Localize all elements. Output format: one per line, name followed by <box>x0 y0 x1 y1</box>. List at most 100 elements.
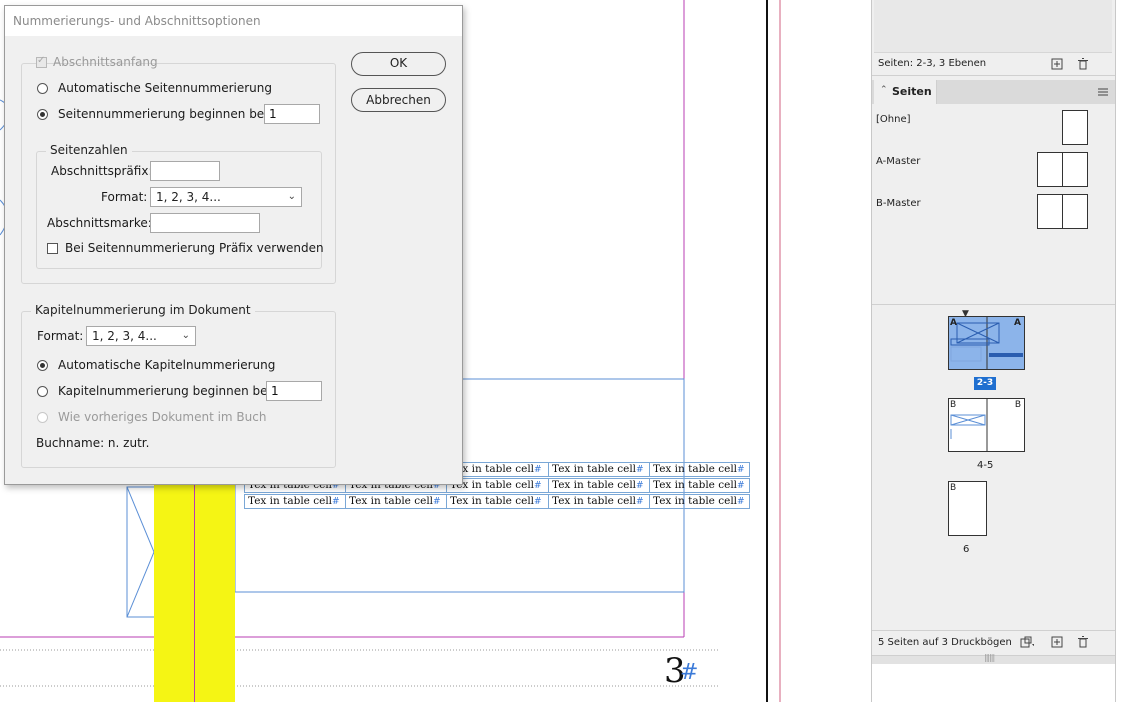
start-page-number-input[interactable]: 1 <box>264 104 320 124</box>
table-cell-text: Tex in table cell <box>653 463 738 475</box>
table-cell[interactable]: Tex in table cell# <box>649 478 750 493</box>
tab-pages-label: Seiten <box>892 85 932 98</box>
cell-end-marker: # <box>534 497 542 507</box>
cancel-button[interactable]: Abbrechen <box>351 88 446 112</box>
format-label: Format: <box>101 190 148 204</box>
layers-status: Seiten: 2-3, 3 Ebenen <box>878 58 987 69</box>
delete-page-icon[interactable] <box>1076 635 1090 649</box>
spread-2-3-label[interactable]: 2-3 <box>974 377 996 390</box>
section-start-checkbox[interactable] <box>36 55 47 68</box>
page-format-value: 1, 2, 3, 4... <box>156 190 221 204</box>
spread-2-3-right-prefix: A <box>1014 318 1021 328</box>
chapter-format-label: Format: <box>37 329 84 343</box>
start-page-numbering-radio[interactable] <box>37 109 48 120</box>
auto-chapter-numbering-radio[interactable] <box>37 360 48 371</box>
table-cell[interactable]: Tex in table cell# <box>244 494 346 509</box>
section-marker-label: Abschnittsmarke: <box>47 216 152 230</box>
cell-end-marker: # <box>737 465 745 475</box>
master-b-thumb-right[interactable] <box>1062 194 1088 229</box>
master-b-thumb-left[interactable] <box>1037 194 1063 229</box>
spread-6-left-prefix: B <box>950 483 957 493</box>
start-chapter-numbering-label: Kapitelnummerierung beginnen bei: <box>58 384 275 398</box>
section-prefix-label: Abschnittspräfix: <box>51 164 153 178</box>
edit-page-size-icon[interactable] <box>1020 635 1034 649</box>
cell-end-marker: # <box>636 465 644 475</box>
yellow-column-right <box>195 483 235 702</box>
table-cell[interactable]: Tex in table cell# <box>649 494 750 509</box>
tab-pages[interactable]: ⌃ Seiten <box>874 80 937 104</box>
book-name-label: Buchname: n. zutr. <box>36 436 150 450</box>
table-cell-text: Tex in table cell <box>552 479 637 491</box>
table-cell-text: Tex in table cell <box>552 495 637 507</box>
ok-button[interactable]: OK <box>351 52 446 76</box>
spread-4-5-label[interactable]: 4-5 <box>977 460 993 471</box>
new-layer-icon[interactable] <box>1050 57 1064 71</box>
cell-end-marker: # <box>737 497 745 507</box>
table-cell-text: Tex in table cell <box>248 495 333 507</box>
use-prefix-checkbox[interactable] <box>47 243 58 254</box>
new-page-icon[interactable] <box>1050 635 1064 649</box>
dialog-title-bar[interactable]: Nummerierungs- und Abschnittsoptionen <box>5 6 462 36</box>
cell-end-marker: # <box>433 497 441 507</box>
section-start-label: Abschnittsanfang <box>53 55 158 69</box>
master-none-thumb[interactable] <box>1062 110 1088 145</box>
master-none[interactable]: [Ohne] <box>876 114 911 125</box>
layers-area <box>874 0 1112 53</box>
spread-6-thumb[interactable]: B <box>948 481 987 536</box>
chapter-format-value: 1, 2, 3, 4... <box>92 329 157 343</box>
dialog-title: Nummerierungs- und Abschnittsoptionen <box>13 14 261 28</box>
page-format-select[interactable]: 1, 2, 3, 4... ⌄ <box>150 187 302 207</box>
chapter-numbering-group-title: Kapitelnummerierung im Dokument <box>31 303 255 317</box>
panel-resize-grip[interactable]: |||||| <box>872 653 1115 664</box>
start-chapter-number-input[interactable]: 1 <box>266 381 322 401</box>
table-cell[interactable]: Tex in table cell# <box>345 494 447 509</box>
table-cell-text: Tex in table cell <box>653 495 738 507</box>
use-prefix-label: Bei Seitennummerierung Präfix verwenden <box>65 241 324 255</box>
spread-4-5-thumb[interactable]: B B <box>948 398 1025 452</box>
auto-page-numbering-radio[interactable] <box>37 83 48 94</box>
page-number-marker: # <box>680 660 699 685</box>
cell-end-marker: # <box>534 465 542 475</box>
master-a-thumb-right[interactable] <box>1062 152 1088 187</box>
auto-chapter-numbering-label: Automatische Kapitelnummerierung <box>58 358 276 372</box>
trash-icon[interactable] <box>1076 57 1090 71</box>
section-marker-input[interactable] <box>150 213 260 233</box>
table-cell[interactable]: Tex in table cell# <box>548 494 650 509</box>
grip-icon: |||||| <box>984 653 995 662</box>
spread-4-5-left-prefix: B <box>950 400 957 410</box>
table-cell-text: Tex in table cell <box>552 463 637 475</box>
cell-end-marker: # <box>737 481 745 491</box>
cell-end-marker: # <box>332 497 340 507</box>
cell-end-marker: # <box>636 481 644 491</box>
table-cell-text: Tex in table cell <box>349 495 434 507</box>
table-cell[interactable]: Tex in table cell# <box>649 462 750 477</box>
spread-4-5-right-prefix: B <box>1014 400 1021 410</box>
table-cell-text: Tex in table cell <box>450 495 535 507</box>
chapter-format-select[interactable]: 1, 2, 3, 4... ⌄ <box>86 326 196 346</box>
spread-2-3-thumb[interactable]: A A <box>948 316 1025 370</box>
section-prefix-input[interactable] <box>150 161 220 181</box>
pages-panel: Seiten: 2-3, 3 Ebenen ⌃ Seiten [Ohne] A-… <box>871 0 1116 702</box>
page-numbers-group-title: Seitenzahlen <box>46 143 132 157</box>
master-a-thumb-left[interactable] <box>1037 152 1063 187</box>
chevron-down-icon: ⌄ <box>181 330 190 341</box>
table-cell[interactable]: Tex in table cell# <box>548 478 650 493</box>
numbering-section-dialog: Nummerierungs- und Abschnittsoptionen Ab… <box>4 5 463 485</box>
spread-2-3-left-prefix: A <box>950 318 957 328</box>
auto-page-numbering-label: Automatische Seitennummerierung <box>58 81 273 95</box>
panel-menu-icon[interactable] <box>1096 85 1110 99</box>
table-cell[interactable]: Tex in table cell# <box>446 494 549 509</box>
table-cell-text: Tex in table cell <box>653 479 738 491</box>
panel-bottom-space <box>872 664 1115 702</box>
spread-6-label[interactable]: 6 <box>963 544 969 555</box>
same-as-previous-label: Wie vorheriges Dokument im Buch <box>58 410 267 424</box>
master-a[interactable]: A-Master <box>876 156 920 167</box>
yellow-column-left <box>154 483 194 702</box>
tab-collapse-icon: ⌃ <box>880 85 888 95</box>
table-cell[interactable]: Tex in table cell# <box>548 462 650 477</box>
pages-footer-status: 5 Seiten auf 3 Druckbögen <box>878 637 1012 648</box>
master-b[interactable]: B-Master <box>876 198 921 209</box>
start-chapter-numbering-radio[interactable] <box>37 386 48 397</box>
same-as-previous-radio[interactable] <box>37 412 48 423</box>
cell-end-marker: # <box>534 481 542 491</box>
